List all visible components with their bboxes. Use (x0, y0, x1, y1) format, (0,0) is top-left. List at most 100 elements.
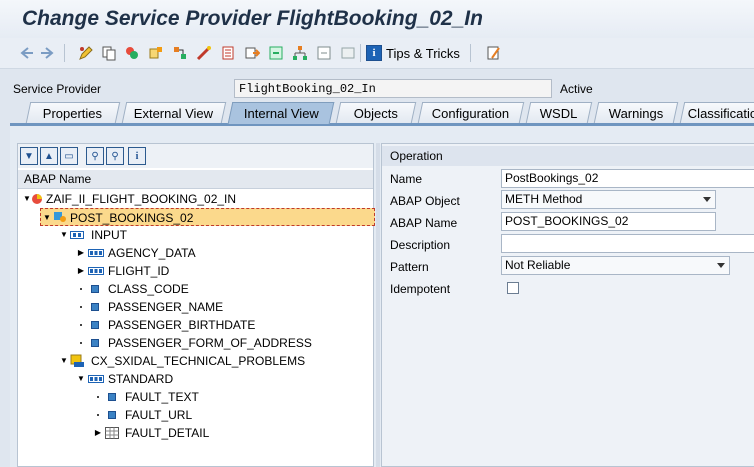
leaf-dot (97, 414, 99, 416)
toolbar-separator (470, 44, 471, 62)
export-icon[interactable] (316, 45, 332, 61)
exception-icon (70, 354, 84, 367)
leaf-dot (80, 306, 82, 308)
abap-name-label: ABAP Name (390, 216, 458, 230)
tree-row-label: FAULT_URL (125, 408, 193, 422)
hierarchy-icon[interactable] (292, 45, 308, 61)
tab-wsdl[interactable]: WSDL (525, 102, 593, 123)
tree-row-selected[interactable]: ▼ POST_BOOKINGS_02 (40, 208, 375, 226)
navigation-window-icon[interactable] (244, 45, 260, 61)
toolbar-separator (64, 44, 65, 62)
tree-row[interactable]: ▶ FLIGHT_ID (18, 262, 373, 280)
layout-icon[interactable] (340, 45, 356, 61)
other-object-icon[interactable] (148, 45, 164, 61)
tab-label: External View (134, 105, 214, 121)
tab-external-view[interactable]: External View (121, 102, 227, 123)
name-field[interactable]: PostBookings_02 (501, 169, 754, 188)
find-icon[interactable]: ⚲ (86, 147, 104, 165)
collapse-arrow-icon[interactable]: ▼ (43, 209, 51, 227)
collapse-arrow-icon[interactable]: ▼ (60, 226, 68, 244)
leaf-dot (80, 342, 82, 344)
collapse-arrow-icon[interactable]: ▼ (77, 370, 85, 388)
where-used-icon[interactable] (172, 45, 188, 61)
abap-object-label: ABAP Object (390, 194, 460, 208)
field-icon (91, 321, 99, 329)
tab-label: WSDL (540, 105, 578, 121)
tree-row-label: PASSENGER_FORM_OF_ADDRESS (108, 336, 312, 350)
expand-arrow-icon[interactable]: ▶ (94, 424, 102, 442)
chevron-down-icon (703, 197, 711, 202)
chevron-down-icon (717, 263, 725, 268)
panel-splitter[interactable] (376, 143, 380, 467)
structure-icon (88, 375, 104, 383)
expand-all-icon[interactable]: ▼ (20, 147, 38, 165)
abap-object-select[interactable]: METH Method (501, 190, 716, 209)
tab-classification[interactable]: Classificatio (679, 102, 754, 123)
tree-row-label: POST_BOOKINGS_02 (70, 211, 194, 225)
tree-row-label: FAULT_DETAIL (125, 426, 210, 440)
tree-row[interactable]: ▼ STANDARD (18, 370, 373, 388)
tab-objects[interactable]: Objects (335, 102, 417, 123)
tab-label: Objects (353, 105, 398, 121)
check-icon[interactable] (124, 45, 140, 61)
tree-row[interactable]: FAULT_URL (18, 406, 373, 424)
operation-detail-panel: Operation Name PostBookings_02 ABAP Obje… (381, 143, 754, 467)
tips-and-tricks-label: Tips & Tricks (386, 45, 460, 61)
tree-row[interactable]: FAULT_TEXT (18, 388, 373, 406)
tab-properties[interactable]: Properties (25, 102, 121, 123)
expand-arrow-icon[interactable]: ▶ (77, 262, 85, 280)
tree-row[interactable]: CLASS_CODE (18, 280, 373, 298)
forward-icon[interactable] (39, 45, 55, 61)
structure-icon (88, 267, 104, 275)
description-field[interactable] (501, 234, 754, 253)
leaf-dot (80, 324, 82, 326)
tree-panel: ▼ ▲ ▭ ⚲ ⚲ i ABAP Name ▼ ZAIF_II_FLIGHT_B… (17, 143, 375, 467)
structure-parameter-icon (70, 231, 84, 239)
tab-configuration[interactable]: Configuration (417, 102, 525, 123)
collapse-arrow-icon[interactable]: ▼ (60, 352, 68, 370)
tree-row-label: FAULT_TEXT (125, 390, 199, 404)
info-icon: i (366, 45, 382, 61)
abap-name-field[interactable]: POST_BOOKINGS_02 (501, 212, 716, 231)
tree-row[interactable]: PASSENGER_FORM_OF_ADDRESS (18, 334, 373, 352)
description-label: Description (390, 238, 451, 252)
toolbar-separator (360, 44, 361, 62)
activate-icon[interactable] (196, 45, 212, 61)
structure-icon (88, 249, 104, 257)
pattern-select[interactable]: Not Reliable (501, 256, 730, 275)
pattern-value: Not Reliable (505, 258, 571, 272)
user-settings-icon[interactable] (486, 45, 502, 61)
find-next-icon[interactable]: ⚲ (106, 147, 124, 165)
tree-row-label: FLIGHT_ID (108, 264, 170, 278)
info-icon[interactable]: i (128, 147, 146, 165)
import-icon[interactable] (268, 45, 284, 61)
name-label: Name (390, 172, 423, 186)
tree-row[interactable]: ▶ FAULT_DETAIL (18, 424, 373, 442)
collapse-arrow-icon[interactable]: ▼ (23, 190, 31, 208)
tips-and-tricks-button[interactable]: i Tips & Tricks (366, 44, 460, 62)
tree-row[interactable]: ▼ CX_SXIDAL_TECHNICAL_PROBLEMS (18, 352, 373, 370)
tree-row[interactable]: ▼ INPUT (18, 226, 373, 244)
idempotent-checkbox[interactable] (507, 282, 519, 294)
edit-icon[interactable] (78, 45, 94, 61)
column-icon[interactable]: ▭ (60, 147, 78, 165)
tree-row[interactable]: ▶ AGENCY_DATA (18, 244, 373, 262)
tree-row-label: INPUT (91, 228, 127, 242)
tab-warnings[interactable]: Warnings (593, 102, 679, 123)
tab-internal-view[interactable]: Internal View (227, 102, 335, 124)
tree-row-label: ZAIF_II_FLIGHT_BOOKING_02_IN (46, 192, 237, 206)
service-provider-icon (32, 194, 42, 204)
abap-object-value: METH Method (505, 192, 583, 206)
collapse-all-icon[interactable]: ▲ (40, 147, 58, 165)
tree-row[interactable]: PASSENGER_NAME (18, 298, 373, 316)
copy-icon[interactable] (101, 45, 117, 61)
back-icon[interactable] (19, 45, 35, 61)
tree-row[interactable]: PASSENGER_BIRTHDATE (18, 316, 373, 334)
tree-row[interactable]: ▼ ZAIF_II_FLIGHT_BOOKING_02_IN (18, 190, 373, 208)
table-icon (105, 427, 119, 439)
expand-arrow-icon[interactable]: ▶ (77, 244, 85, 262)
service-provider-field[interactable]: FlightBooking_02_In (234, 79, 552, 98)
display-object-list-icon[interactable] (220, 45, 236, 61)
tab-strip: Properties External View Internal View O… (10, 102, 754, 124)
operation-icon (54, 212, 66, 222)
